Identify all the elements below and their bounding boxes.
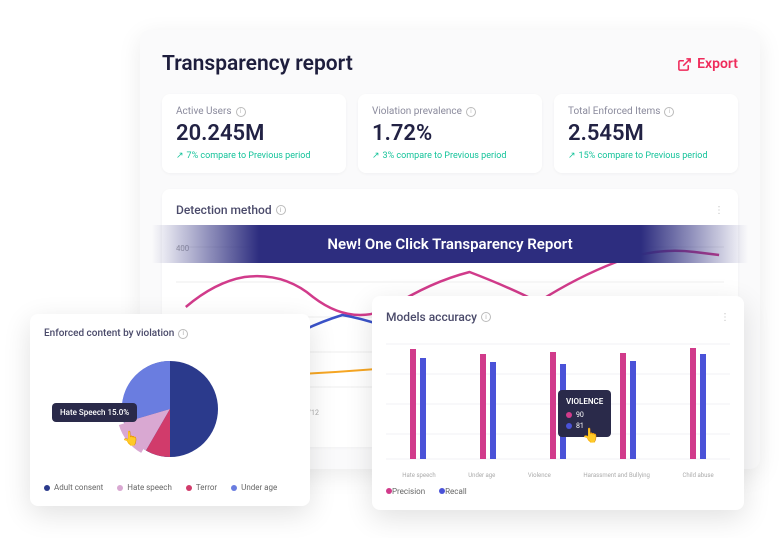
- cursor-icon: 👆: [122, 431, 139, 447]
- bar-chart: VIOLENCE 90 81 👆: [386, 334, 730, 464]
- legend-item: Terror: [186, 483, 217, 492]
- legend-item: Precision: [386, 487, 425, 496]
- info-icon[interactable]: i: [236, 107, 246, 117]
- info-icon[interactable]: i: [466, 107, 476, 117]
- page-title: Transparency report: [162, 52, 353, 76]
- tooltip-row: 90: [566, 410, 603, 421]
- pie-chart: Hate Speech 15.0% 👆: [44, 349, 296, 469]
- bar-card: Models accuracyi ⋯ VIOLENCE 90 81 👆 Hate…: [372, 296, 744, 510]
- section-header: Detection methodi ⋯: [176, 203, 724, 217]
- stat-violation-prevalence: Violation prevalencei 1.72% ↗ 3% compare…: [358, 94, 542, 173]
- bar-x-labels: Hate speechUnder ageViolenceHarassment a…: [386, 472, 730, 479]
- stat-trend: ↗ 15% compare to Previous period: [568, 151, 724, 161]
- stat-value: 20.245M: [176, 121, 332, 146]
- bar-legend: Precision Recall: [386, 487, 730, 496]
- stat-label: Violation prevalencei: [372, 106, 528, 117]
- promo-banner: New! One Click Transparency Report: [152, 225, 748, 263]
- info-icon[interactable]: i: [664, 107, 674, 117]
- legend-item: Adult consent: [44, 483, 103, 492]
- legend-item: Hate speech: [117, 483, 172, 492]
- stat-value: 2.545M: [568, 121, 724, 146]
- bar-header: Models accuracyi ⋯: [386, 310, 730, 324]
- pie-legend: Adult consent Hate speech Terror Under a…: [44, 483, 296, 492]
- section-title: Detection methodi: [176, 203, 286, 217]
- more-menu-icon[interactable]: ⋯: [713, 205, 724, 216]
- stat-enforced-items: Total Enforced Itemsi 2.545M ↗ 15% compa…: [554, 94, 738, 173]
- info-icon[interactable]: i: [276, 205, 286, 215]
- legend-item: Under age: [231, 483, 277, 492]
- pie-card: Enforced content by violationi Hate Spee…: [30, 314, 310, 506]
- info-icon[interactable]: i: [178, 329, 188, 339]
- info-icon[interactable]: i: [481, 312, 491, 322]
- stat-trend: ↗ 3% compare to Previous period: [372, 151, 528, 161]
- stat-label: Active Usersi: [176, 106, 332, 117]
- stat-value: 1.72%: [372, 121, 528, 146]
- stat-trend: ↗ 7% compare to Previous period: [176, 151, 332, 161]
- stat-label: Total Enforced Itemsi: [568, 106, 724, 117]
- more-menu-icon[interactable]: ⋯: [719, 312, 730, 323]
- cursor-icon: 👆: [582, 428, 599, 444]
- bar-group: [620, 353, 636, 459]
- stats-row: Active Usersi 20.245M ↗ 7% compare to Pr…: [162, 94, 738, 173]
- legend-item: Recall: [439, 487, 467, 496]
- bar-title: Models accuracyi: [386, 310, 491, 324]
- stat-active-users: Active Usersi 20.245M ↗ 7% compare to Pr…: [162, 94, 346, 173]
- export-button[interactable]: Export: [677, 56, 738, 72]
- export-label: Export: [697, 56, 738, 72]
- pie-tooltip: Hate Speech 15.0%: [52, 403, 137, 422]
- pie-title: Enforced content by violationi: [44, 328, 296, 339]
- bar-group: [480, 354, 496, 459]
- report-header: Transparency report Export: [162, 52, 738, 76]
- export-icon: [677, 57, 692, 72]
- tooltip-title: VIOLENCE: [566, 396, 603, 408]
